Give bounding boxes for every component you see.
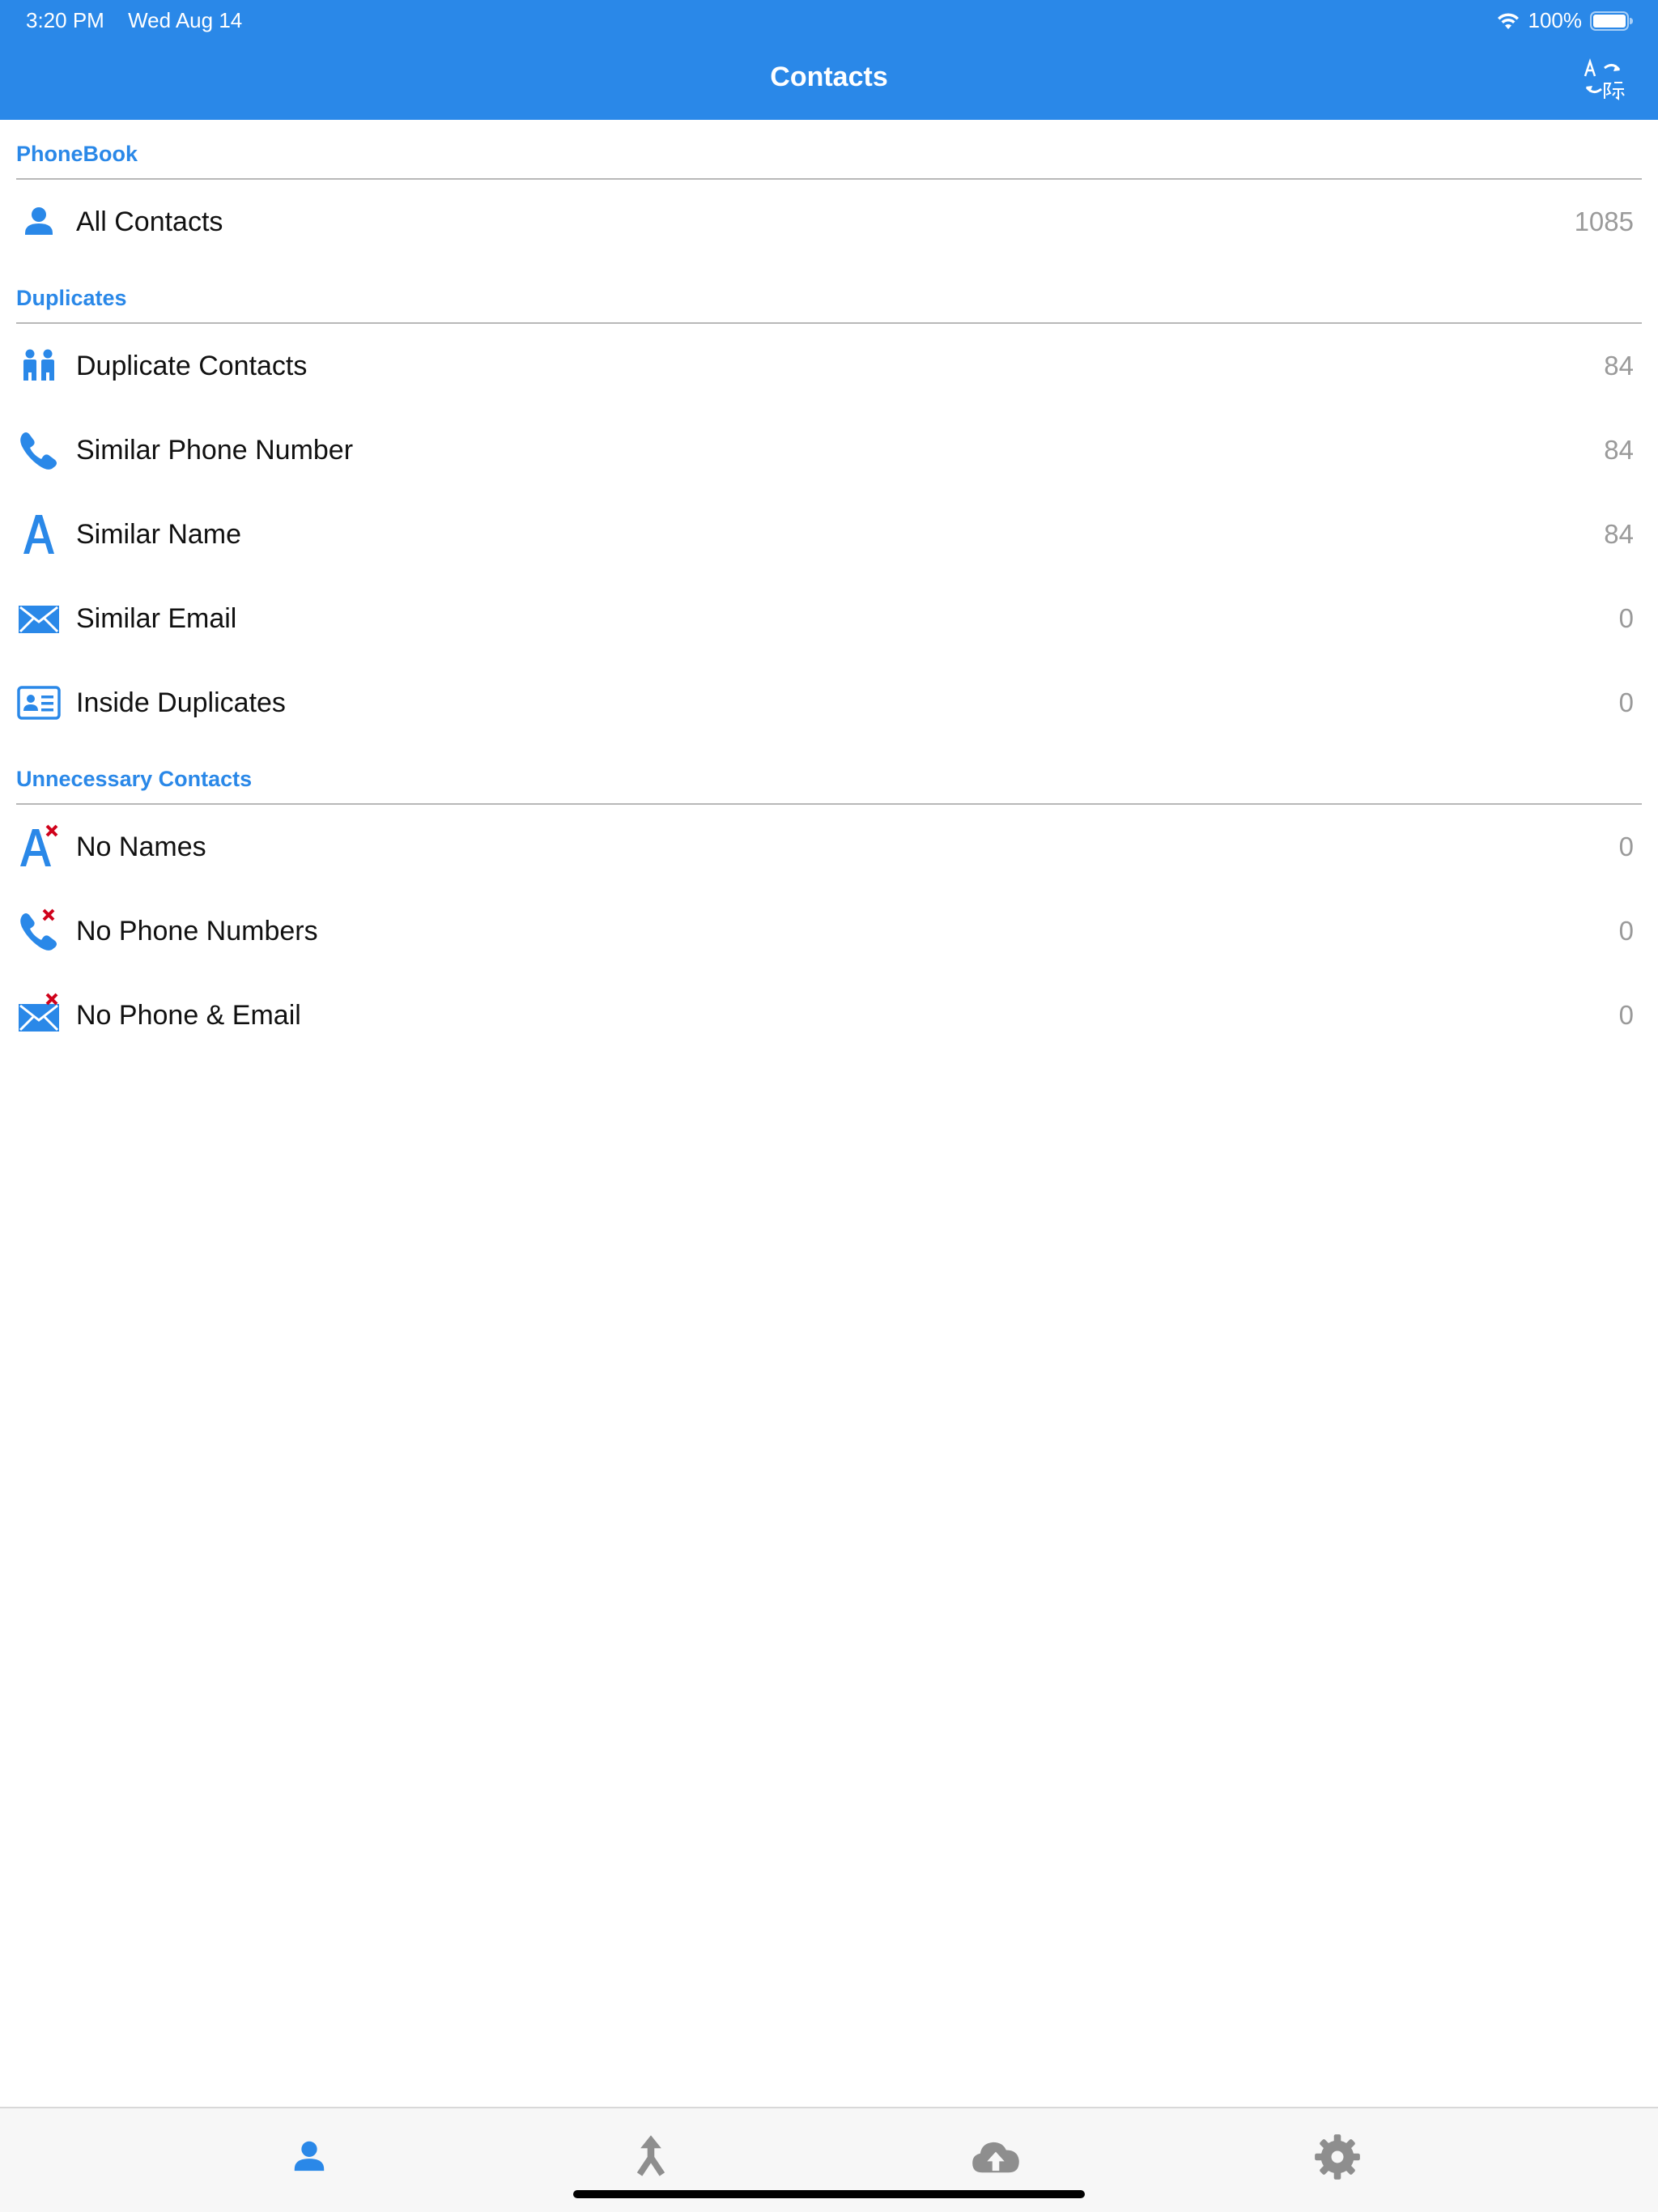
status-bar: 3:20 PM Wed Aug 14 100% xyxy=(0,0,1658,39)
contact-card-icon xyxy=(17,686,61,720)
home-indicator xyxy=(573,2190,1085,2198)
row-label: Similar Name xyxy=(76,518,242,550)
row-count: 1085 xyxy=(1574,206,1634,236)
tab-backup[interactable] xyxy=(970,2133,1019,2181)
row-label: All Contacts xyxy=(76,206,223,237)
row-label: No Phone Numbers xyxy=(76,915,318,946)
status-left: 3:20 PM Wed Aug 14 xyxy=(26,8,242,33)
row-count: 0 xyxy=(1618,1000,1634,1030)
letter-a-icon xyxy=(23,515,54,554)
row-label: Inside Duplicates xyxy=(76,687,286,718)
row-count: 0 xyxy=(1618,687,1634,717)
row-count: 84 xyxy=(1604,519,1634,549)
page-title: Contacts xyxy=(770,62,888,92)
row-all-contacts[interactable]: All Contacts 1085 xyxy=(0,180,1658,264)
tab-merge[interactable] xyxy=(627,2133,675,2181)
letter-a-x-icon xyxy=(20,824,58,866)
row-count: 84 xyxy=(1604,351,1634,381)
status-right: 100% xyxy=(1496,8,1635,33)
row-count: 0 xyxy=(1618,603,1634,633)
row-duplicate-contacts[interactable]: Duplicate Contacts 84 xyxy=(0,324,1658,408)
section-title: PhoneBook xyxy=(16,142,138,166)
person-icon xyxy=(294,2141,325,2172)
tab-contacts[interactable] xyxy=(285,2133,334,2181)
row-label: Duplicate Contacts xyxy=(76,350,308,381)
row-label: No Phone & Email xyxy=(76,999,301,1031)
section-header-duplicates: Duplicates xyxy=(16,264,1642,324)
cloud-upload-icon xyxy=(972,2142,1019,2173)
row-no-names[interactable]: No Names 0 xyxy=(0,805,1658,889)
section-title: Unnecessary Contacts xyxy=(16,767,253,791)
envelope-x-icon xyxy=(19,993,59,1032)
row-count: 0 xyxy=(1618,916,1634,946)
section-header-unnecessary: Unnecessary Contacts xyxy=(16,745,1642,805)
status-time: 3:20 PM xyxy=(26,8,104,32)
envelope-icon xyxy=(19,606,59,633)
row-label: No Names xyxy=(76,831,206,862)
status-date: Wed Aug 14 xyxy=(128,8,243,32)
wifi-icon xyxy=(1497,12,1519,29)
translate-button[interactable] xyxy=(1580,57,1626,102)
row-similar-phone[interactable]: Similar Phone Number 84 xyxy=(0,408,1658,492)
row-no-phone-email[interactable]: No Phone & Email 0 xyxy=(0,973,1658,1057)
battery-percent: 100% xyxy=(1528,8,1583,32)
merge-arrow-icon xyxy=(636,2135,665,2176)
tab-settings[interactable] xyxy=(1313,2133,1362,2181)
row-count: 84 xyxy=(1604,435,1634,465)
row-no-phone-numbers[interactable]: No Phone Numbers 0 xyxy=(0,889,1658,973)
translate-icon xyxy=(1584,58,1625,100)
section-title: Duplicates xyxy=(16,286,127,310)
row-similar-email[interactable]: Similar Email 0 xyxy=(0,576,1658,661)
section-header-phonebook: PhoneBook xyxy=(16,120,1642,180)
row-count: 0 xyxy=(1618,832,1634,861)
phone-x-icon xyxy=(20,908,57,951)
row-label: Similar Phone Number xyxy=(76,434,354,466)
row-inside-duplicates[interactable]: Inside Duplicates 0 xyxy=(0,661,1658,745)
two-people-icon xyxy=(23,349,54,381)
row-label: Similar Email xyxy=(76,602,237,634)
person-icon xyxy=(25,207,53,235)
phone-icon xyxy=(20,432,57,470)
gear-icon xyxy=(1315,2134,1360,2180)
row-similar-name[interactable]: Similar Name 84 xyxy=(0,492,1658,576)
battery-icon xyxy=(1590,11,1633,31)
navigation-bar: Contacts xyxy=(0,39,1658,120)
contacts-list: PhoneBook All Contacts 1085 Duplicates D… xyxy=(0,120,1658,1057)
